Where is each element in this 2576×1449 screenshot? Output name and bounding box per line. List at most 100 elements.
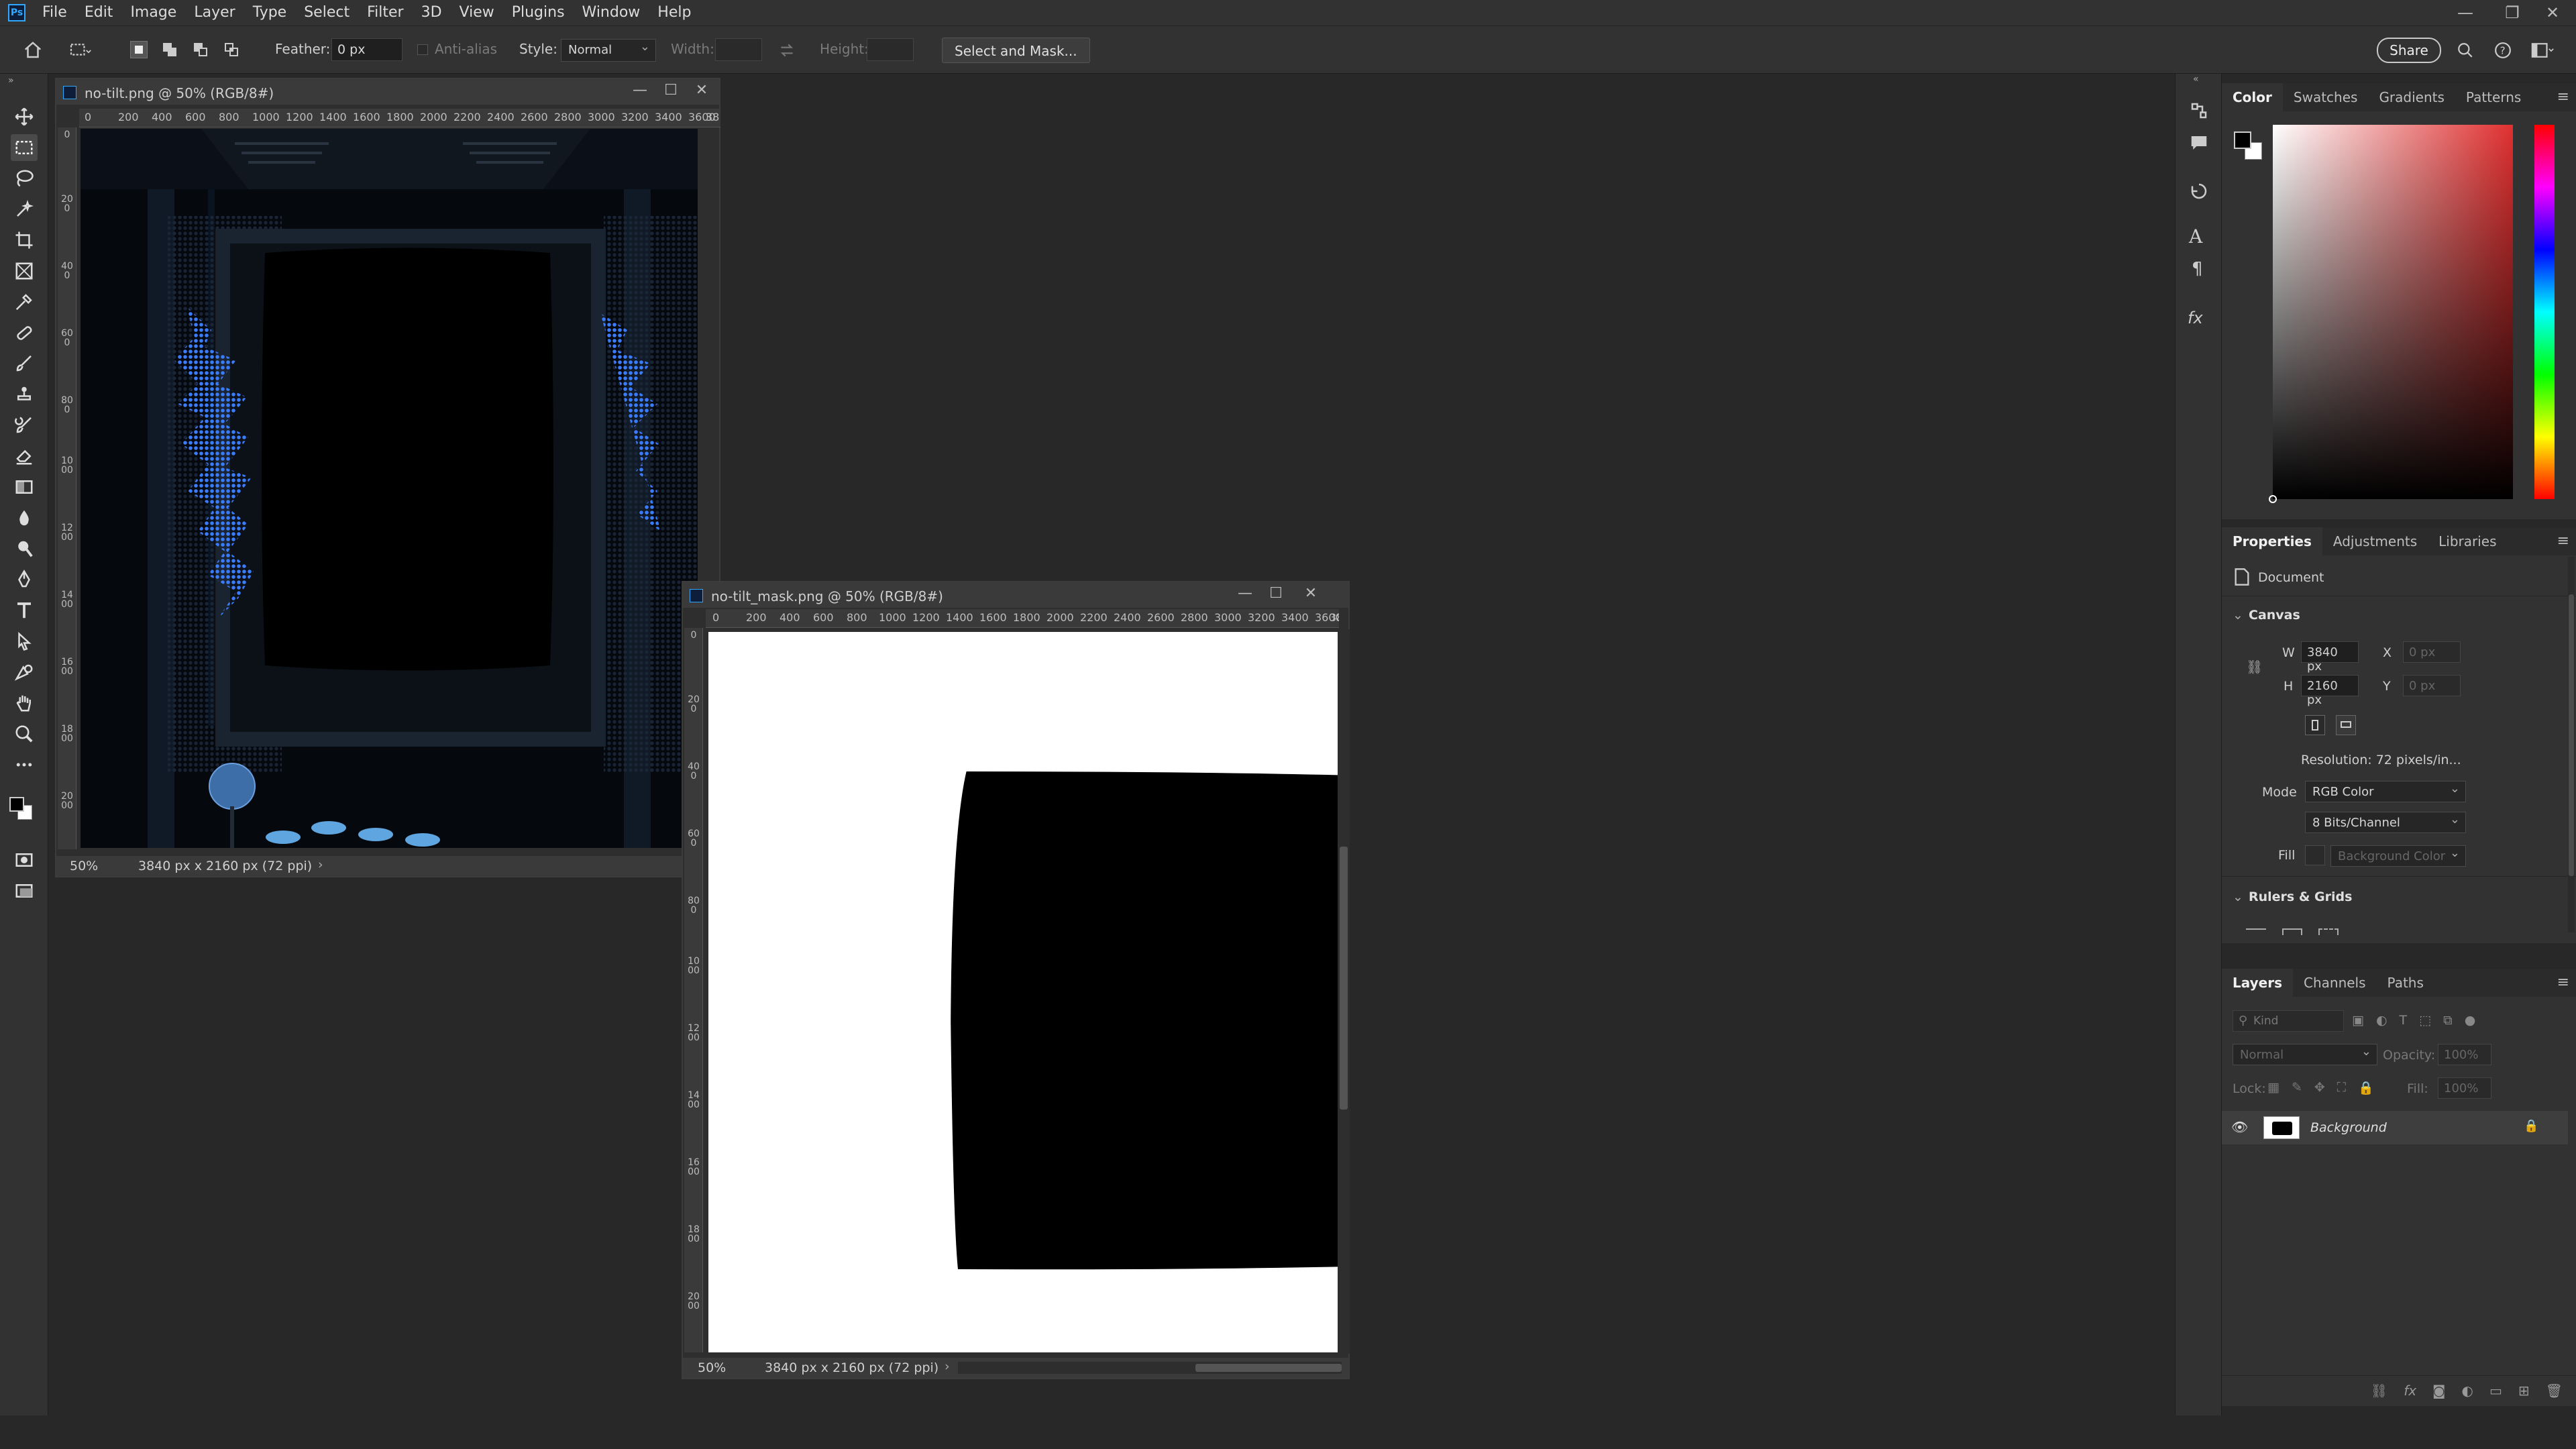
foreground-color-swatch[interactable]: [9, 797, 24, 812]
rect-marquee-preset-icon[interactable]: [68, 42, 91, 59]
horizontal-ruler[interactable]: 0 200 400 600 800 1000 1200 1400 1600 18…: [706, 609, 1339, 628]
pen-tool-icon[interactable]: [11, 566, 38, 593]
panel-menu-icon[interactable]: ≡: [2557, 533, 2569, 549]
collapse-toolbar-icon[interactable]: »: [8, 75, 14, 86]
edit-toolbar-icon[interactable]: [11, 751, 38, 778]
antialias-checkbox[interactable]: [417, 44, 428, 55]
fill-dropdown[interactable]: Background Color: [2330, 845, 2466, 867]
tab-adjustments[interactable]: Adjustments: [2322, 527, 2428, 555]
subtract-selection-icon[interactable]: [192, 41, 209, 58]
visibility-eye-icon[interactable]: 👁: [2231, 1119, 2248, 1135]
tab-gradients[interactable]: Gradients: [2368, 83, 2455, 111]
search-icon[interactable]: [2457, 42, 2474, 59]
shape-tool-icon[interactable]: [11, 659, 38, 686]
rulers-grids-section-title[interactable]: Rulers & Grids: [2249, 890, 2352, 904]
quick-mask-icon[interactable]: [11, 847, 38, 873]
feather-input[interactable]: 0 px: [331, 38, 402, 61]
vertical-scroll-thumb[interactable]: [1340, 847, 1348, 1110]
delete-layer-icon[interactable]: 🗑: [2546, 1383, 2563, 1405]
tab-channels[interactable]: Channels: [2293, 969, 2377, 997]
lock-position-icon[interactable]: ✥: [2314, 1080, 2325, 1095]
document-title-bar[interactable]: no-tilt.png @ 50% (RGB/8#) — ☐ ✕: [56, 79, 719, 105]
ruler-toggle-icon[interactable]: [2246, 928, 2266, 935]
fill-input[interactable]: 100%: [2438, 1077, 2491, 1099]
history-panel-icon[interactable]: [2189, 101, 2209, 121]
menu-help[interactable]: Help: [649, 0, 700, 25]
hand-tool-icon[interactable]: [11, 690, 38, 716]
height-input[interactable]: [867, 38, 914, 61]
filter-toggle-icon[interactable]: ●: [2465, 1013, 2476, 1028]
bit-depth-dropdown[interactable]: 8 Bits/Channel: [2305, 812, 2466, 833]
canvas-section-title[interactable]: Canvas: [2249, 608, 2300, 623]
close-app-icon[interactable]: ✕: [2529, 0, 2576, 25]
menu-select[interactable]: Select: [295, 0, 358, 25]
gradient-tool-icon[interactable]: [11, 474, 38, 500]
history-brush-tool-icon[interactable]: [11, 412, 38, 439]
smart-object-filter-icon[interactable]: ⧉: [2443, 1013, 2453, 1028]
width-input[interactable]: [715, 38, 762, 61]
menu-type[interactable]: Type: [244, 0, 296, 25]
character-panel-icon[interactable]: A: [2189, 225, 2202, 248]
actions-panel-icon[interactable]: [2189, 181, 2209, 201]
link-layers-icon[interactable]: ⛓: [2371, 1383, 2387, 1405]
menu-window[interactable]: Window: [574, 0, 649, 25]
select-and-mask-button[interactable]: Select and Mask...: [942, 38, 1090, 63]
share-button[interactable]: Share: [2377, 38, 2441, 63]
color-picker-swatches[interactable]: [2233, 129, 2266, 169]
tab-properties[interactable]: Properties: [2222, 527, 2322, 555]
status-menu-chevron-icon[interactable]: ›: [318, 857, 323, 872]
portrait-orientation-icon[interactable]: [2305, 715, 2325, 735]
path-selection-tool-icon[interactable]: [11, 628, 38, 655]
lock-image-icon[interactable]: ✎: [2292, 1080, 2302, 1095]
opacity-input[interactable]: 100%: [2438, 1044, 2491, 1065]
maximize-doc-icon[interactable]: ☐: [1263, 585, 1289, 605]
mask-canvas[interactable]: [708, 632, 1338, 1352]
menu-3d[interactable]: 3D: [413, 0, 451, 25]
pixel-filter-icon[interactable]: ▣: [2352, 1013, 2364, 1028]
screen-mode-icon[interactable]: [11, 877, 38, 904]
paragraph-panel-icon[interactable]: ¶: [2192, 259, 2203, 279]
canvas-chevron-icon[interactable]: ⌄: [2233, 608, 2243, 623]
shape-filter-icon[interactable]: ⬚: [2419, 1013, 2431, 1028]
maximize-doc-icon[interactable]: ☐: [657, 82, 684, 102]
home-icon[interactable]: [23, 40, 43, 60]
filter-kind-dropdown[interactable]: ⚲ Kind: [2233, 1010, 2344, 1032]
tab-layers[interactable]: Layers: [2222, 969, 2293, 997]
crop-tool-icon[interactable]: [11, 227, 38, 254]
tab-libraries[interactable]: Libraries: [2428, 527, 2507, 555]
close-doc-icon[interactable]: ✕: [1297, 585, 1324, 605]
tab-color[interactable]: Color: [2222, 83, 2283, 111]
tab-paths[interactable]: Paths: [2377, 969, 2434, 997]
grid-toggle-icon[interactable]: [2282, 928, 2302, 935]
new-selection-icon[interactable]: [130, 41, 148, 58]
menu-view[interactable]: View: [451, 0, 503, 25]
vertical-scrollbar[interactable]: [1338, 629, 1350, 1354]
lock-all-icon[interactable]: 🔒: [2358, 1080, 2374, 1095]
adjustment-filter-icon[interactable]: ◐: [2376, 1013, 2387, 1028]
comments-panel-icon[interactable]: [2189, 133, 2209, 153]
rulers-chevron-icon[interactable]: ⌄: [2233, 890, 2243, 904]
swap-dimensions-icon[interactable]: [778, 42, 796, 59]
landscape-orientation-icon[interactable]: [2336, 715, 2356, 735]
canvas-width-input[interactable]: 3840 px: [2301, 641, 2359, 674]
zoom-level[interactable]: 50%: [698, 1360, 726, 1375]
new-layer-icon[interactable]: ⊞: [2518, 1383, 2530, 1405]
new-adjustment-layer-icon[interactable]: ◐: [2461, 1383, 2473, 1405]
tab-swatches[interactable]: Swatches: [2283, 83, 2369, 111]
layer-row-background[interactable]: 👁 Background 🔒: [2222, 1111, 2568, 1144]
canvas-y-input[interactable]: 0 px: [2403, 675, 2461, 696]
color-swatches[interactable]: [7, 790, 40, 830]
lock-artboard-icon[interactable]: ⛶: [2337, 1080, 2346, 1095]
add-selection-icon[interactable]: [161, 41, 178, 58]
dodge-tool-icon[interactable]: [11, 535, 38, 562]
photoshop-logo[interactable]: Ps: [8, 4, 25, 21]
arcade-cabinet-canvas[interactable]: [80, 129, 698, 848]
close-doc-icon[interactable]: ✕: [688, 82, 715, 102]
type-filter-icon[interactable]: T: [2400, 1013, 2408, 1028]
color-field[interactable]: [2269, 125, 2513, 503]
rectangular-marquee-tool-icon[interactable]: [11, 134, 38, 161]
link-dimensions-icon[interactable]: ⛓: [2246, 659, 2263, 675]
zoom-tool-icon[interactable]: [11, 720, 38, 747]
fill-color-swatch[interactable]: [2305, 845, 2325, 865]
workspace-icon[interactable]: [2529, 42, 2556, 59]
